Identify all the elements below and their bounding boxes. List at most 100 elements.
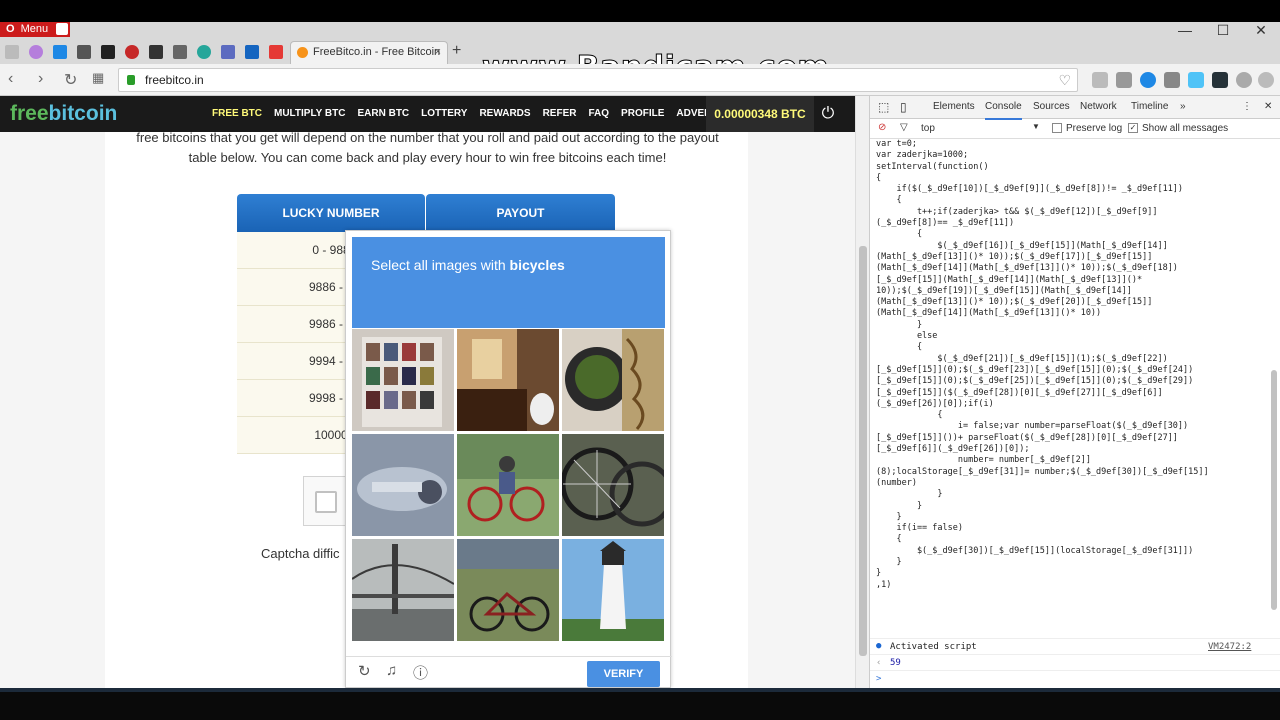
browser-tab-bar: O Menu — ☐ ✕ FreeBitco.in - Free Bitcoin … (0, 22, 1280, 86)
heart-icon[interactable]: ♡ (1058, 69, 1071, 91)
skull-icon[interactable] (149, 45, 163, 59)
captcha-tile-bike-crank[interactable] (352, 434, 454, 536)
forward-icon[interactable]: › (38, 70, 43, 88)
code-line: [_$_d9ef[15]](0);$(_$_d9ef[23])[_$_d9ef[… (876, 364, 1194, 375)
captcha-checkbox-widget (303, 476, 349, 526)
nav-item-multiply-btc[interactable]: MULTIPLY BTC (268, 96, 351, 132)
code-line: $(_$_d9ef[16])[_$_d9ef[15]](Math[_$_d9ef… (876, 240, 1168, 251)
url-text: freebitco.in (145, 73, 204, 87)
kebab-menu-icon[interactable]: ⋮ (1242, 96, 1252, 118)
chevron-down-icon[interactable]: ▼ (1032, 122, 1040, 131)
device-icon[interactable]: ▯ (900, 96, 907, 118)
tab-network[interactable]: Network (1080, 96, 1117, 118)
console-prompt[interactable]: > (876, 674, 881, 684)
grid-icon[interactable]: ▦ (92, 70, 104, 86)
code-line: (_$_d9ef[26])[0]);if(i) (876, 398, 994, 409)
site-logo[interactable]: freebitcoin (10, 102, 117, 126)
youtube-icon[interactable] (269, 45, 283, 59)
nav-item-earn-btc[interactable]: EARN BTC (351, 96, 415, 132)
tab-console[interactable]: Console (985, 96, 1022, 120)
inspect-icon[interactable]: ⬚ (878, 96, 889, 118)
badge-ext-icon[interactable] (1188, 72, 1204, 88)
nav-item-profile[interactable]: PROFILE (615, 96, 670, 132)
code-line: (_$_d9ef[8])== _$_d9ef[11]) (876, 218, 1015, 229)
verify-button[interactable]: VERIFY (587, 661, 660, 687)
reload-icon[interactable]: ↻ (64, 70, 77, 90)
devtools-scrollbar[interactable] (1270, 140, 1278, 640)
camera-icon[interactable] (1164, 72, 1180, 88)
preserve-log-checkbox[interactable] (1052, 123, 1062, 133)
logout-power-icon[interactable]: ⏻ (818, 104, 838, 124)
code-line: i= false;var number=parseFloat($(_$_d9ef… (876, 421, 1189, 432)
nav-item-free-btc[interactable]: FREE BTC (206, 96, 268, 132)
download-icon[interactable] (1236, 72, 1252, 88)
page-scroll-thumb[interactable] (859, 246, 867, 656)
reload-icon[interactable]: ↻ (358, 662, 371, 680)
speed-dial-icon[interactable] (29, 45, 43, 59)
document-icon[interactable] (173, 45, 187, 59)
show-all-checkbox[interactable]: ✓ (1128, 123, 1138, 133)
captcha-tile-noodles[interactable] (562, 329, 664, 431)
nav-item-refer[interactable]: REFER (537, 96, 583, 132)
more-tabs-icon[interactable]: » (1180, 96, 1186, 118)
opera-menu-button[interactable]: O Menu (0, 22, 70, 37)
devtools-tabs: ⬚ ▯ Elements Console Sources Network Tim… (870, 96, 1280, 120)
code-line: [_$_d9ef[15]]())+ parseFloat($(_$_d9ef[2… (876, 432, 1178, 443)
search-icon[interactable] (5, 45, 19, 59)
maximize-button[interactable]: ☐ (1208, 22, 1238, 38)
captcha-tile-bridge[interactable] (352, 539, 454, 641)
close-tab-icon[interactable]: × (435, 42, 441, 63)
page-scrollbar[interactable] (855, 96, 869, 688)
captcha-checkbox[interactable] (315, 491, 337, 513)
circle-icon[interactable] (125, 45, 139, 59)
opera-ext-icon[interactable] (1258, 72, 1274, 88)
tab-sources[interactable]: Sources (1033, 96, 1070, 118)
captcha-tile-lighthouse[interactable] (562, 539, 664, 641)
page-icon[interactable] (77, 45, 91, 59)
console-toolbar: ⊘ ▽ top ▼ Preserve log ✓ Show all messag… (870, 119, 1280, 139)
nav-item-faq[interactable]: FAQ (582, 96, 615, 132)
close-window-button[interactable]: ✕ (1246, 22, 1276, 38)
payout-header: PAYOUT (426, 194, 615, 232)
captcha-tile-bookshelf[interactable] (352, 329, 454, 431)
url-input[interactable]: freebitco.in ♡ (118, 68, 1078, 92)
address-bar-row: ‹ › ↻ ▦ freebitco.in ♡ (0, 64, 1280, 96)
code-line: { (876, 229, 923, 240)
activated-text: Activated script (890, 642, 977, 652)
tab-timeline[interactable]: Timeline (1131, 96, 1168, 118)
alien-icon[interactable] (101, 45, 115, 59)
tab-elements[interactable]: Elements (933, 96, 975, 118)
filter-icon[interactable]: ▽ (900, 122, 908, 133)
mail-icon[interactable] (1116, 72, 1132, 88)
captcha-tile-bathroom[interactable] (457, 329, 559, 431)
web-page: freebitcoin FREE BTC MULTIPLY BTC EARN BTC… (0, 96, 855, 688)
hz-ext-icon[interactable] (1212, 72, 1228, 88)
minimize-button[interactable]: — (1170, 22, 1200, 38)
console-messages: ● Activated script VM2472:2 ‹ 59 > (870, 638, 1280, 688)
captcha-tile-cyclist[interactable] (457, 434, 559, 536)
new-tab-button[interactable]: + (452, 42, 461, 60)
headphones-icon[interactable]: ♫ (386, 662, 397, 679)
context-select[interactable]: top (921, 123, 935, 134)
video-icon[interactable] (245, 45, 259, 59)
shield-icon[interactable] (1092, 72, 1108, 88)
clear-console-icon[interactable]: ⊘ (878, 122, 886, 133)
captcha-tile-bike-on-grass[interactable] (457, 539, 559, 641)
bl-icon[interactable] (221, 45, 235, 59)
close-devtools-icon[interactable]: ✕ (1264, 96, 1272, 118)
flag-icon (56, 23, 68, 35)
arrow-ext-icon[interactable] (1140, 72, 1156, 88)
code-line: } (876, 556, 902, 567)
source-link[interactable]: VM2472:2 (1208, 642, 1251, 652)
intro-text: free bitcoins that you get will depend o… (136, 130, 719, 165)
active-tab[interactable]: FreeBitco.in - Free Bitcoin × (290, 41, 448, 64)
n-icon[interactable] (197, 45, 211, 59)
back-icon[interactable]: ‹ (8, 70, 13, 88)
code-line: } (876, 319, 923, 330)
nav-item-lottery[interactable]: LOTTERY (415, 96, 473, 132)
devtools-scroll-thumb[interactable] (1271, 370, 1277, 610)
nav-item-rewards[interactable]: REWARDS (473, 96, 536, 132)
captcha-tile-bike-wheels[interactable] (562, 434, 664, 536)
info-icon[interactable]: ⓘ (413, 662, 428, 683)
cloud-icon[interactable] (53, 45, 67, 59)
